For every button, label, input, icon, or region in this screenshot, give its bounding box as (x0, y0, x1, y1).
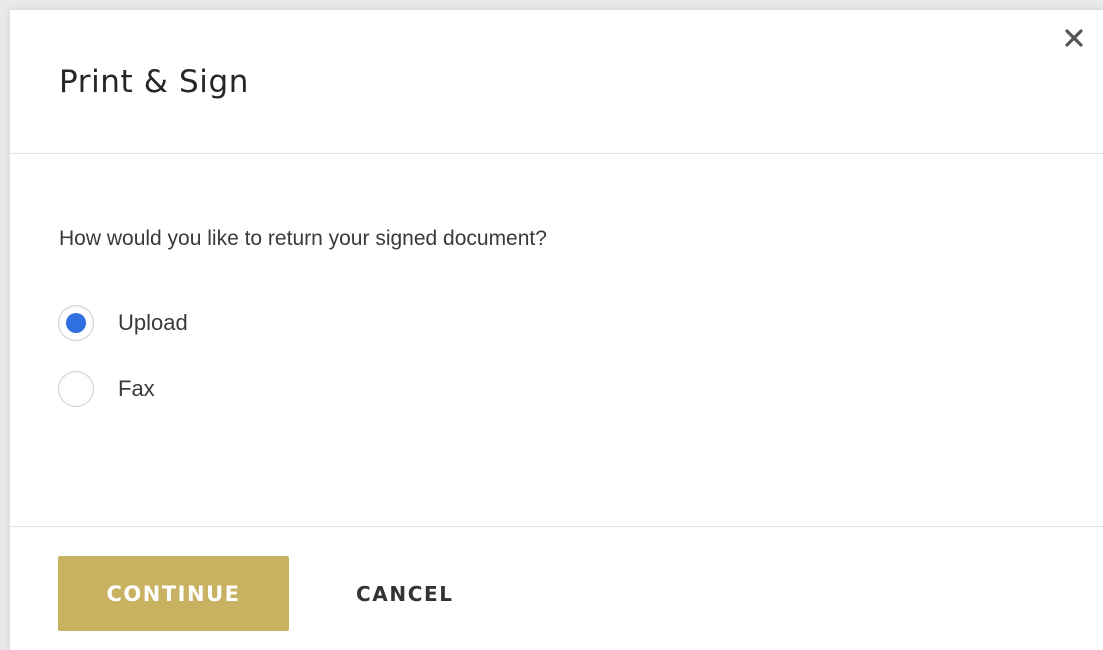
radio-option-upload[interactable]: Upload (58, 303, 188, 343)
radio-option-fax[interactable]: Fax (58, 369, 155, 409)
close-button[interactable] (1060, 24, 1088, 52)
close-icon (1065, 29, 1083, 47)
radio-button-fax[interactable] (58, 371, 94, 407)
radio-label-upload[interactable]: Upload (118, 310, 188, 336)
cancel-button[interactable]: CANCEL (340, 556, 480, 631)
footer-divider (10, 526, 1103, 527)
radio-selected-dot (66, 313, 86, 333)
radio-button-upload[interactable] (58, 305, 94, 341)
return-method-question: How would you like to return your signed… (59, 227, 547, 250)
radio-label-fax[interactable]: Fax (118, 376, 155, 402)
continue-button[interactable]: CONTINUE (58, 556, 289, 631)
print-sign-dialog: Print & Sign How would you like to retur… (10, 10, 1103, 650)
dialog-title: Print & Sign (59, 64, 250, 100)
header-divider (10, 153, 1103, 154)
